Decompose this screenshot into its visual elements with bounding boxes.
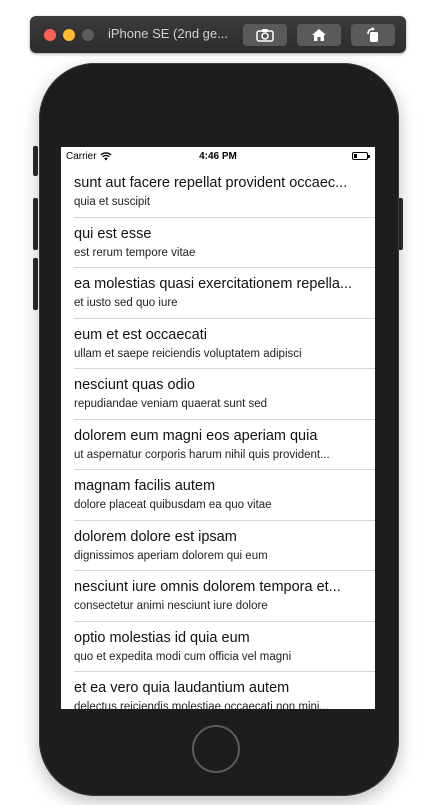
rotate-icon [367,27,378,42]
list-item[interactable]: nesciunt iure omnis dolorem tempora et..… [61,571,375,622]
list-item-subtitle: delectus reiciendis molestiae occaecati … [74,701,330,709]
list-item-title: et ea vero quia laudantium autem [74,680,290,696]
list-item-title: optio molestias id quia eum [74,629,250,646]
list-item[interactable]: sunt aut facere repellat provident occae… [61,167,375,218]
window-title: iPhone SE (2nd ge... [108,26,228,41]
list-item-subtitle: consectetur animi nesciunt iure dolore [74,600,268,612]
list-item-subtitle: repudiandae veniam quaerat sunt sed [74,398,268,410]
simulator-title-bar: iPhone SE (2nd ge... [30,16,406,53]
list-item-subtitle: et iusto sed quo iure [74,297,178,309]
list-item-title: dolorem dolore est ipsam [74,528,237,545]
volume-down-button [33,258,38,310]
list-item-title: qui est esse [74,225,152,242]
list-item[interactable]: nesciunt quas odio repudiandae veniam qua… [61,369,375,420]
list-item-title: eum et est occaecati [74,326,207,343]
rotate-button[interactable] [351,24,395,46]
list-item[interactable]: ea molestias quasi exercitationem repell… [61,268,375,319]
list-item-title: dolorem eum magni eos aperiam quia [74,427,318,444]
list-item-subtitle: quo et expedita modi cum officia vel mag… [74,650,292,663]
device-home-button[interactable] [192,725,240,773]
mute-switch [33,146,38,176]
list-item[interactable]: magnam facilis autem dolore placeat quibu… [61,470,375,521]
list-item-subtitle: ut aspernatur corporis harum nihil quis … [74,448,330,461]
zoom-window-button[interactable] [82,29,94,41]
volume-up-button [33,198,38,250]
list-item-subtitle: ullam et saepe reiciendis voluptatem adi… [74,347,302,360]
list-item-title: nesciunt quas odio [74,377,195,393]
list-item-title: magnam facilis autem [74,478,216,494]
list-item-subtitle: quia et suscipit [74,196,151,208]
close-window-button[interactable] [44,29,56,41]
status-time: 4:46 PM [199,151,237,162]
list-item[interactable]: optio molestias id quia eum quo et expedi… [61,622,375,673]
list-item-title: ea molestias quasi exercitationem repell… [74,276,353,292]
list-item-title: nesciunt iure omnis dolorem tempora et..… [74,579,341,595]
battery-icon [352,152,370,160]
home-button[interactable] [297,24,341,46]
list-item[interactable]: qui est esse est rerum tempore vitae [61,218,375,269]
status-bar: Carrier 4:46 PM [61,147,375,167]
device-screen: Carrier 4:46 PM sunt aut facere repellat… [61,147,375,709]
list-item-subtitle: dolore placeat quibusdam ea quo vitae [74,499,272,511]
list-item[interactable]: eum et est occaecati ullam et saepe reici… [61,319,375,370]
screenshot-icon [256,29,274,42]
list-item[interactable]: dolorem eum magni eos aperiam quia ut asp… [61,420,375,471]
list-item-subtitle: est rerum tempore vitae [74,246,196,259]
home-icon [312,29,326,41]
post-list: sunt aut facere repellat provident occae… [61,167,375,709]
list-item[interactable]: et ea vero quia laudantium autem delectus… [61,672,375,709]
list-item-subtitle: dignissimos aperiam dolorem qui eum [74,549,268,562]
list-item[interactable]: dolorem dolore est ipsam dignissimos aper… [61,521,375,572]
list-item-title: sunt aut facere repellat provident occae… [74,175,348,191]
screenshot-button[interactable] [243,24,287,46]
minimize-window-button[interactable] [63,29,75,41]
